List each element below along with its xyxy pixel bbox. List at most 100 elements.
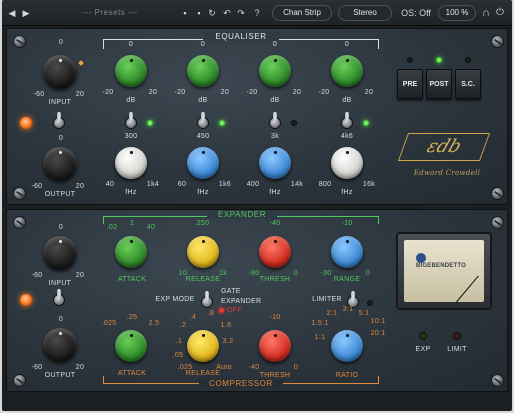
exp-release-label: RELEASE	[185, 276, 221, 283]
exp-range-top: -10	[341, 220, 353, 227]
exp-range-knob[interactable]	[331, 236, 363, 268]
band2-gain-knob[interactable]	[187, 55, 219, 87]
dyn-input-max: 20	[75, 272, 85, 279]
comp-ratio-t1: 2:1	[326, 310, 338, 317]
headphones-icon[interactable]: ∩	[480, 5, 492, 21]
band3-freq-knob[interactable]	[259, 147, 291, 179]
band3-gain-top: 0	[272, 41, 278, 48]
copy-icon[interactable]: ▪	[194, 5, 204, 21]
exp-release-knob[interactable]	[187, 236, 219, 268]
band2-freq-unit: fHz	[197, 189, 209, 196]
band4-freq-knob[interactable]	[331, 147, 363, 179]
band2-gain-min: -20	[174, 89, 186, 96]
dyn-output-label: OUTPUT	[44, 372, 76, 379]
eq-section: EQUALISER 0 -60 20 INPUT 0 -60 20 OUTPUT…	[6, 28, 508, 205]
bottom-strip	[6, 393, 508, 411]
post-led	[436, 57, 442, 63]
screw-icon	[491, 187, 504, 200]
preset-selector[interactable]: --- Presets ---	[48, 5, 172, 21]
comp-attack-knob[interactable]	[115, 330, 147, 362]
dyn-output-knob[interactable]	[43, 328, 77, 362]
exp-attack-t1: .02	[106, 224, 118, 231]
comp-ratio-t2: 3:1	[342, 306, 354, 313]
band4-gain-knob[interactable]	[331, 55, 363, 87]
band1-gain-knob[interactable]	[115, 55, 147, 87]
eq-power-bulb[interactable]	[20, 117, 32, 129]
band2-gain-top: 0	[200, 41, 206, 48]
band3-freq-max: 14k	[290, 181, 304, 188]
output-knob[interactable]	[43, 147, 77, 181]
next-preset-icon[interactable]: ▶	[22, 5, 30, 21]
screw-icon	[13, 374, 26, 387]
exp-indicator-led	[419, 332, 427, 340]
dyn-input-top: 0	[58, 224, 64, 231]
save-icon[interactable]: ▪	[180, 5, 190, 21]
band4-shelf-toggle[interactable]	[341, 112, 353, 129]
input-scale-max: 20	[75, 91, 85, 98]
toolbar: ◀ ▶ --- Presets --- ▪ ▪ ↻ ↶ ↷ ? Chan Str…	[2, 0, 512, 26]
comp-release-t4: 1.6	[220, 322, 232, 329]
meter-needle	[456, 275, 479, 303]
comp-thresh-max: 0	[293, 364, 299, 371]
eq-title: EQUALISER	[203, 32, 279, 41]
band1-gain-top: 0	[128, 41, 134, 48]
band2-freq-min: 60	[177, 181, 187, 188]
comp-release-t1: .4	[189, 314, 197, 321]
output-scale-min: -60	[31, 183, 43, 190]
limit-indicator-led	[453, 332, 461, 340]
oversampling-button[interactable]: OS: Off	[398, 5, 434, 21]
comp-release-t3: .2	[179, 322, 187, 329]
comp-ratio-t7: 1:1	[314, 334, 326, 341]
eq-bypass-toggle[interactable]	[53, 112, 65, 129]
comp-release-t2: .8	[207, 310, 215, 317]
exp-mode-label: EXP MODE	[155, 296, 195, 303]
comp-release-t6: 3.2	[222, 338, 234, 345]
input-knob[interactable]	[43, 55, 77, 89]
meter-logo-icon	[416, 253, 426, 263]
band4-freq-unit: fHz	[341, 189, 353, 196]
band4-freq-max: 16k	[362, 181, 376, 188]
exp-thresh-knob[interactable]	[259, 236, 291, 268]
gain-reduction-meter: BIGEBENDETTO	[396, 232, 492, 310]
band3-freq-top: 3k	[271, 133, 279, 140]
dyn-power-bulb[interactable]	[20, 294, 32, 306]
chan-strip-button[interactable]: Chan Strip	[272, 5, 332, 21]
redo-icon[interactable]: ↷	[236, 5, 246, 21]
band1-shelf-toggle[interactable]	[125, 112, 137, 129]
sc-button[interactable]: S.C.	[455, 69, 481, 99]
output-scale-top: 0	[58, 135, 64, 142]
input-scale-top: 0	[58, 39, 64, 46]
comp-ratio-t5: 1.5:1	[311, 320, 329, 327]
zoom-button[interactable]: 100 %	[438, 5, 476, 21]
comp-thresh-min: -40	[248, 364, 260, 371]
screw-icon	[491, 374, 504, 387]
comp-attack-t1: .025	[101, 320, 117, 327]
band3-gain-knob[interactable]	[259, 55, 291, 87]
exp-attack-t2: 2	[129, 220, 135, 227]
screw-icon	[13, 216, 26, 229]
prev-preset-icon[interactable]: ◀	[8, 5, 16, 21]
meter-face: BIGEBENDETTO	[404, 240, 484, 303]
dyn-bypass-toggle[interactable]	[53, 289, 65, 306]
comp-release-knob[interactable]	[187, 330, 219, 362]
power-icon[interactable]: ⏻	[494, 5, 506, 21]
exp-thresh-label: THRESH	[259, 276, 291, 283]
band2-freq-knob[interactable]	[187, 147, 219, 179]
dyn-input-knob[interactable]	[43, 236, 77, 270]
help-button[interactable]: ?	[252, 5, 262, 21]
exp-mode-toggle[interactable]	[201, 291, 213, 308]
post-button[interactable]: POST	[426, 69, 452, 99]
band1-gain-min: -20	[102, 89, 114, 96]
exp-thresh-top: -40	[269, 220, 281, 227]
band3-q-toggle[interactable]	[269, 112, 281, 129]
comp-thresh-knob[interactable]	[259, 330, 291, 362]
band1-freq-knob[interactable]	[115, 147, 147, 179]
dyn-input-label: INPUT	[48, 280, 72, 287]
band2-q-toggle[interactable]	[197, 112, 209, 129]
stereo-button[interactable]: Stereo	[338, 5, 392, 21]
exp-attack-knob[interactable]	[115, 236, 147, 268]
undo-icon[interactable]: ↶	[222, 5, 232, 21]
comp-ratio-knob[interactable]	[331, 330, 363, 362]
reset-icon[interactable]: ↻	[207, 5, 217, 21]
pre-button[interactable]: PRE	[397, 69, 423, 99]
